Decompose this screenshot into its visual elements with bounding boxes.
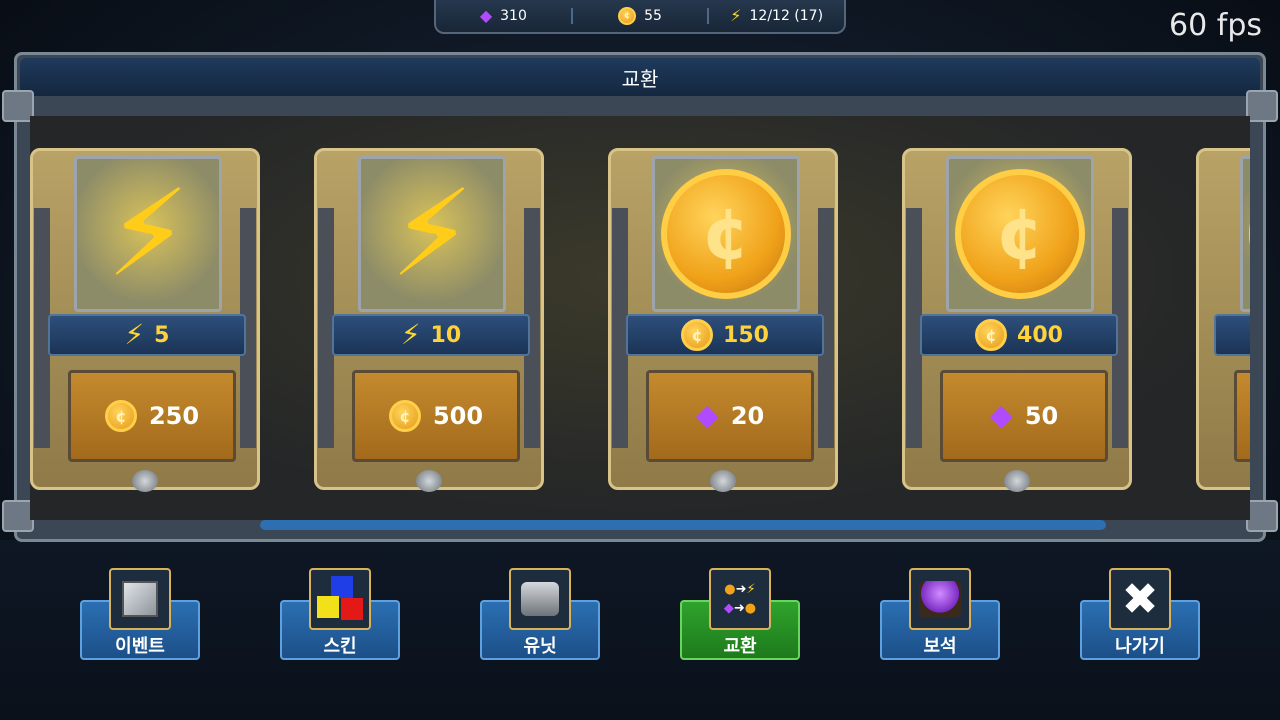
exchange-card-coin-400[interactable]: ¢ ¢ 400 ◆ 50: [902, 148, 1132, 492]
gem-icon: ◆: [695, 398, 719, 433]
panel-title-text: 교환: [621, 66, 659, 91]
card-knob: [710, 470, 736, 492]
exchange-card-energy-5[interactable]: ⚡ ⚡ 5 ¢ 250: [30, 148, 260, 492]
reward-amount: ¢ 400: [920, 314, 1118, 356]
reward-value: 10: [430, 322, 462, 348]
price-value: 20: [730, 402, 765, 430]
close-icon: ✖: [1109, 568, 1171, 630]
exchange-card-energy-10[interactable]: ⚡ ⚡ 10 ¢ 500: [314, 148, 544, 492]
energy-icon: ⚡: [730, 6, 742, 25]
exchange-icon: ●➜⚡ ◆➜●: [709, 568, 771, 630]
nav-skin-button[interactable]: 스킨: [280, 568, 400, 660]
lightning-icon: ⚡: [389, 164, 475, 304]
price-value: 50: [1024, 402, 1059, 430]
reward-amount: ⚡ 5: [48, 314, 246, 356]
nav-label: 스킨: [323, 636, 357, 657]
price-value: 250: [148, 402, 200, 430]
buy-button[interactable]: [1234, 370, 1250, 462]
unit-robot-icon: [509, 568, 571, 630]
card-art: ⚡: [74, 156, 222, 312]
energy-icon: ⚡: [400, 318, 421, 351]
energy-icon: ⚡: [124, 318, 145, 351]
buy-button[interactable]: ¢ 250: [68, 370, 236, 462]
gem-icon: ◆: [989, 398, 1013, 433]
nav-gem-button[interactable]: 보석: [880, 568, 1000, 660]
reward-amount: ⚡ 10: [332, 314, 530, 356]
gem-cart-icon: [909, 568, 971, 630]
card-art: [1240, 156, 1250, 312]
card-art: ¢: [652, 156, 800, 312]
horizontal-scrollbar[interactable]: [260, 520, 1106, 530]
energy-counter: ⚡ 12/12 (17): [709, 6, 844, 25]
resource-bar: ◆ 310 ¢ 55 ⚡ 12/12 (17): [434, 0, 846, 34]
exchange-card-coin-150[interactable]: ¢ ¢ 150 ◆ 20: [608, 148, 838, 492]
coin-icon: ¢: [618, 7, 637, 25]
nav-label: 교환: [723, 636, 757, 657]
coin-counter: ¢ 55: [573, 7, 708, 25]
nav-exit-button[interactable]: ✖ 나가기: [1080, 568, 1200, 660]
buy-button[interactable]: ¢ 500: [352, 370, 520, 462]
energy-count: 12/12 (17): [749, 8, 824, 24]
nav-label: 보석: [923, 636, 957, 657]
reward-value: 150: [723, 322, 769, 348]
card-scroll-area[interactable]: ⚡ ⚡ 5 ¢ 250 ⚡ ⚡ 10 ¢ 500 ¢ ¢ 150 ◆ 20 ¢ …: [30, 116, 1250, 520]
fps-counter: 60 fps: [1169, 8, 1262, 43]
coin-to-energy-icon: ●➜⚡: [724, 582, 756, 597]
reward-amount: ¢ 150: [626, 314, 824, 356]
exchange-card-partial[interactable]: [1196, 148, 1250, 490]
skin-cubes-icon: [309, 568, 371, 630]
panel-title: 교환: [20, 58, 1260, 96]
nav-label: 나가기: [1115, 636, 1165, 657]
big-coin-icon: ¢: [955, 169, 1085, 299]
reward-value: 400: [1017, 322, 1063, 348]
coin-icon: ¢: [681, 319, 714, 351]
nav-event-button[interactable]: 이벤트: [80, 568, 200, 660]
coin-count: 55: [644, 8, 662, 24]
nav-exchange-button[interactable]: ●➜⚡ ◆➜● 교환: [680, 568, 800, 660]
card-knob: [1004, 470, 1030, 492]
reward-amount: [1214, 314, 1250, 356]
buy-button[interactable]: ◆ 20: [646, 370, 814, 462]
buy-button[interactable]: ◆ 50: [940, 370, 1108, 462]
gem-count: 310: [500, 8, 527, 24]
gem-to-coin-icon: ◆➜●: [723, 601, 757, 616]
event-crate-icon: [109, 568, 171, 630]
card-art: ⚡: [358, 156, 506, 312]
price-value: 500: [432, 402, 484, 430]
gem-counter: ◆ 310: [436, 6, 571, 25]
nav-label: 유닛: [523, 636, 557, 657]
big-coin-icon: [1249, 169, 1250, 299]
card-art: ¢: [946, 156, 1094, 312]
coin-icon: ¢: [388, 400, 421, 432]
nav-unit-button[interactable]: 유닛: [480, 568, 600, 660]
corner-bolt: [1246, 500, 1278, 532]
big-coin-icon: ¢: [661, 169, 791, 299]
nav-label: 이벤트: [115, 636, 165, 657]
card-knob: [132, 470, 158, 492]
coin-icon: ¢: [975, 319, 1008, 351]
coin-icon: ¢: [104, 400, 137, 432]
card-knob: [416, 470, 442, 492]
corner-bolt: [1246, 90, 1278, 122]
gem-icon: ◆: [479, 6, 493, 25]
reward-value: 5: [154, 322, 170, 348]
lightning-icon: ⚡: [105, 164, 191, 304]
